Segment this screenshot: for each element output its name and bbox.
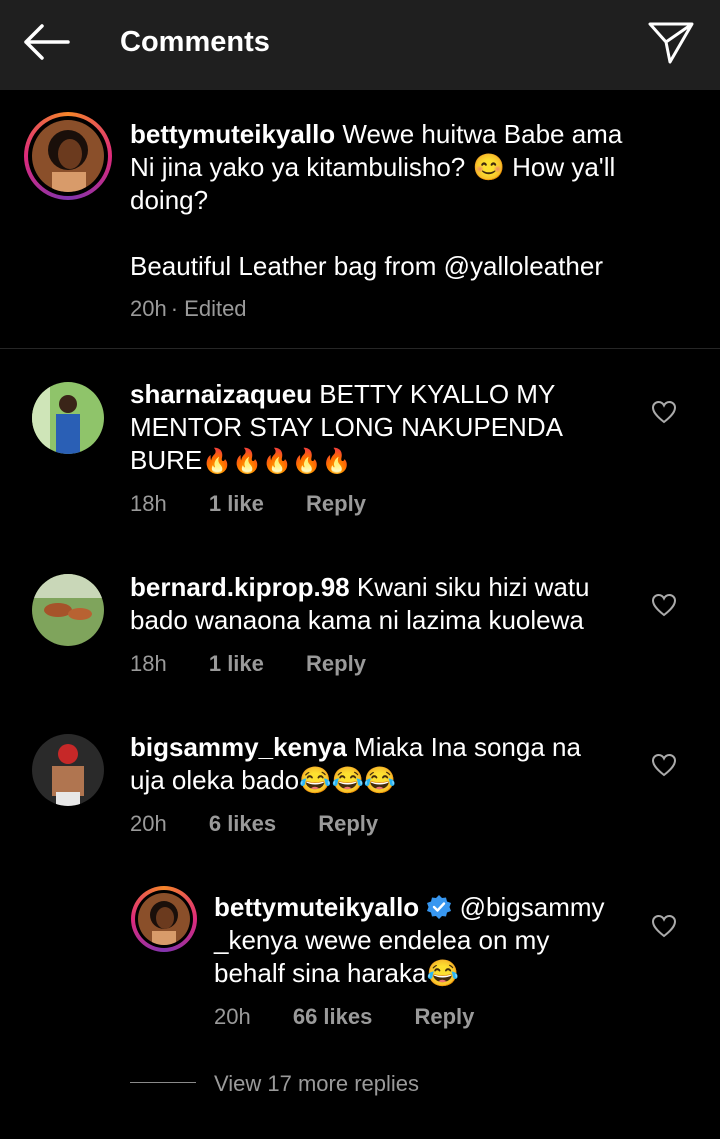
reply-line: behalf sina haraka <box>214 958 427 988</box>
laughing-emojis: 😂😂😂 <box>299 765 397 795</box>
heart-icon[interactable] <box>651 593 677 617</box>
comment-time: 18h <box>130 491 167 516</box>
top-bar: Comments <box>0 0 720 90</box>
reply-button[interactable]: Reply <box>306 651 366 676</box>
comment-meta: 18h 1 like Reply <box>130 491 402 517</box>
caption-line2: Ni jina yako ya kitambulisho? 😊 How ya'l… <box>130 152 616 182</box>
reply-mention-link-cont[interactable]: _kenya <box>214 925 298 955</box>
comment-time: 18h <box>130 651 167 676</box>
reply-meta: 20h 66 likes Reply <box>214 1004 510 1030</box>
caption-line4: Beautiful Leather bag from <box>130 251 444 281</box>
comment-line: BURE <box>130 445 203 475</box>
comment-text: bigsammy_kenya Miaka Ina songa na uja ol… <box>130 731 630 797</box>
comment-line: uja oleka bado <box>130 765 300 795</box>
paper-plane-icon <box>648 22 694 64</box>
comment-time: 20h <box>130 811 167 836</box>
caption-line3: doing? <box>130 185 209 215</box>
comment-avatar[interactable] <box>32 734 104 806</box>
caption-edited: · Edited <box>170 296 247 321</box>
comment-username[interactable]: sharnaizaqueu <box>130 379 312 409</box>
comment-line: MENTOR STAY LONG NAKUPENDA <box>130 412 563 442</box>
caption-meta: 20h · Edited <box>130 296 283 322</box>
reply-line: wewe endelea on my <box>297 925 550 955</box>
heart-icon[interactable] <box>651 914 677 938</box>
reply-text: bettymuteikyallo @bigsammy _kenya wewe e… <box>214 891 634 990</box>
reply-button[interactable]: Reply <box>318 811 378 836</box>
view-more-divider <box>130 1082 196 1083</box>
likes-count[interactable]: 1 like <box>209 491 264 516</box>
arrow-left-icon <box>24 24 70 60</box>
divider <box>0 348 720 349</box>
reply-username[interactable]: bettymuteikyallo <box>214 892 419 922</box>
caption-line1: Wewe huitwa Babe ama <box>342 119 623 149</box>
laughing-emoji: 😂 <box>426 958 459 988</box>
page-title: Comments <box>120 26 270 58</box>
reply-time: 20h <box>214 1004 251 1029</box>
comment-line: Miaka Ina songa na <box>354 732 581 762</box>
caption-text: bettymuteikyallo Wewe huitwa Babe ama Ni… <box>130 118 690 283</box>
comment-line: BETTY KYALLO MY <box>319 379 556 409</box>
comment-username[interactable]: bigsammy_kenya <box>130 732 347 762</box>
reply-avatar[interactable] <box>131 886 197 952</box>
reply-button[interactable]: Reply <box>306 491 366 516</box>
likes-count[interactable]: 6 likes <box>209 811 276 836</box>
heart-icon[interactable] <box>651 753 677 777</box>
comment-line: bado wanaona kama ni lazima kuolewa <box>130 605 584 635</box>
share-button[interactable] <box>644 16 698 66</box>
caption-avatar[interactable] <box>24 112 112 200</box>
comment-meta: 18h 1 like Reply <box>130 651 402 677</box>
reply-button[interactable]: Reply <box>414 1004 474 1029</box>
comment-username[interactable]: bernard.kiprop.98 <box>130 572 350 602</box>
comment-text: sharnaizaqueu BETTY KYALLO MY MENTOR STA… <box>130 378 630 478</box>
fire-emojis: 🔥🔥🔥🔥🔥 <box>202 448 352 475</box>
comment-meta: 20h 6 likes Reply <box>130 811 414 837</box>
caption-username[interactable]: bettymuteikyallo <box>130 119 335 149</box>
reply-mention-link[interactable]: @bigsammy <box>460 892 605 922</box>
caption-mention-link[interactable]: @yalloleather <box>444 251 603 281</box>
likes-count[interactable]: 1 like <box>209 651 264 676</box>
caption-time: 20h <box>130 296 167 321</box>
verified-badge-icon <box>427 895 452 919</box>
comment-avatar[interactable] <box>32 382 104 454</box>
comment-avatar[interactable] <box>32 574 104 646</box>
avatar-photo <box>32 120 104 192</box>
comment-text: bernard.kiprop.98 Kwani siku hizi watu b… <box>130 571 650 637</box>
back-button[interactable] <box>18 18 74 66</box>
avatar-photo <box>138 893 190 945</box>
likes-count[interactable]: 66 likes <box>293 1004 373 1029</box>
heart-icon[interactable] <box>651 400 677 424</box>
view-more-replies-button[interactable]: View 17 more replies <box>214 1071 419 1097</box>
comment-line: Kwani siku hizi watu <box>356 572 590 602</box>
